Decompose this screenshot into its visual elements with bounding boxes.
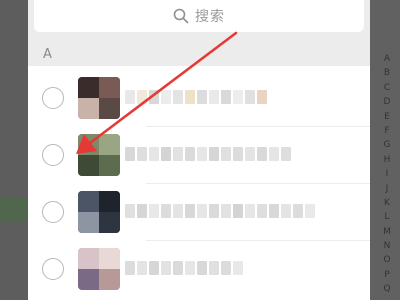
index-letter-m[interactable]: M <box>380 225 394 239</box>
contact-name-blurred <box>125 89 267 105</box>
index-letter-b[interactable]: B <box>380 66 394 80</box>
select-radio[interactable] <box>42 87 64 109</box>
contact-row[interactable] <box>28 70 370 127</box>
search-area: 搜索 <box>28 0 370 44</box>
index-letter-g[interactable]: G <box>380 138 394 152</box>
index-letter-n[interactable]: N <box>380 239 394 253</box>
select-radio[interactable] <box>42 144 64 166</box>
index-letter-a[interactable]: A <box>380 52 394 66</box>
index-letter-i[interactable]: I <box>380 167 394 181</box>
section-letter: A <box>43 47 52 62</box>
index-letter-f[interactable]: F <box>380 124 394 138</box>
index-letter-d[interactable]: D <box>380 95 394 109</box>
dimmed-background-element <box>0 198 28 222</box>
index-letter-p[interactable]: P <box>380 268 394 282</box>
contact-avatar <box>78 77 120 119</box>
contact-picker-panel: 搜索 A A B C D E F G H I J K L M N O P Q <box>28 0 391 300</box>
search-placeholder: 搜索 <box>195 9 225 25</box>
contact-name-blurred <box>125 146 291 162</box>
search-bar[interactable]: 搜索 <box>34 0 364 32</box>
index-letter-h[interactable]: H <box>380 153 394 167</box>
index-letter-j[interactable]: J <box>380 182 394 196</box>
select-radio[interactable] <box>42 201 64 223</box>
contact-avatar <box>78 248 120 290</box>
dimmed-background-left <box>0 0 28 300</box>
index-letter-e[interactable]: E <box>380 110 394 124</box>
contact-name-blurred <box>125 260 243 276</box>
alphabet-index-bar[interactable]: A B C D E F G H I J K L M N O P Q <box>380 52 394 297</box>
contact-avatar <box>78 191 120 233</box>
index-letter-q[interactable]: Q <box>380 282 394 296</box>
section-header: A <box>28 44 370 66</box>
index-letter-k[interactable]: K <box>380 196 394 210</box>
contact-row[interactable] <box>28 241 370 298</box>
contact-row[interactable] <box>28 127 370 184</box>
contact-avatar <box>78 134 120 176</box>
search-icon <box>173 8 189 24</box>
index-letter-l[interactable]: L <box>380 210 394 224</box>
contact-name-blurred <box>125 203 315 219</box>
index-letter-c[interactable]: C <box>380 81 394 95</box>
select-radio[interactable] <box>42 258 64 280</box>
contact-row[interactable] <box>28 184 370 241</box>
index-letter-o[interactable]: O <box>380 253 394 267</box>
